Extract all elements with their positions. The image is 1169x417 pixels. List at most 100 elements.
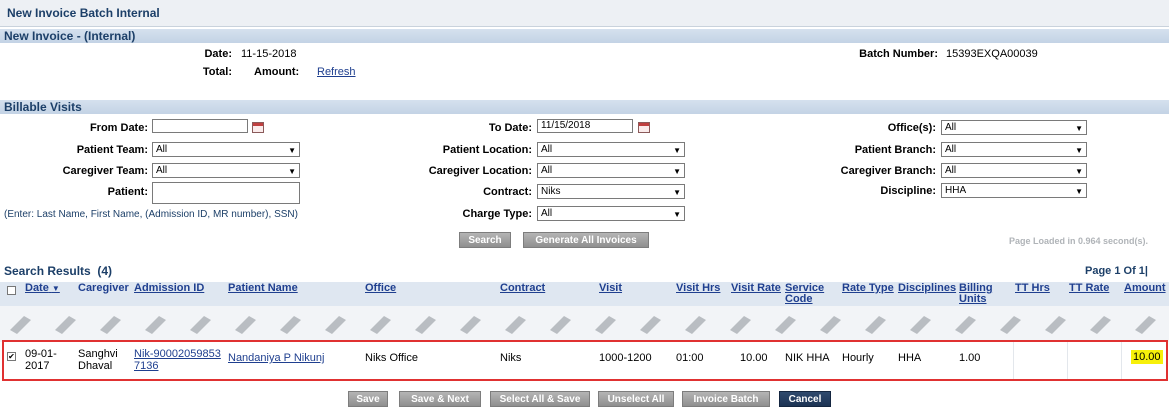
col-billing-units[interactable]: Billing Units [959, 283, 1001, 305]
offices-select[interactable]: All ▼ [941, 120, 1087, 135]
unselect-all-button[interactable]: Unselect All [598, 391, 674, 407]
search-button[interactable]: Search [459, 232, 511, 248]
col-visit-hrs[interactable]: Visit Hrs [676, 283, 720, 294]
col-admission-id[interactable]: Admission ID [134, 283, 204, 294]
save-button[interactable]: Save [348, 391, 388, 407]
batch-number-label: Batch Number: [859, 48, 938, 60]
col-amount[interactable]: Amount [1124, 283, 1166, 294]
contract-value: Niks [541, 186, 561, 197]
row-amount: 10.00 [1131, 350, 1163, 364]
contract-select[interactable]: Niks ▼ [537, 184, 685, 199]
pager: Page 1 Of 1| [1085, 265, 1148, 277]
save-next-button[interactable]: Save & Next [399, 391, 481, 407]
offices-label: Office(s): [887, 122, 936, 134]
col-tt-hrs[interactable]: TT Hrs [1015, 283, 1050, 294]
caregiver-location-select[interactable]: All ▼ [537, 163, 685, 178]
discipline-label: Discipline: [880, 185, 936, 197]
col-caregiver: Caregiver [78, 282, 129, 294]
total-label: Total: [202, 66, 232, 78]
from-date-label: From Date: [89, 122, 148, 134]
col-office[interactable]: Office [365, 283, 396, 294]
patient-location-select[interactable]: All ▼ [537, 142, 685, 157]
row-visit-rate: 10.00 [740, 352, 768, 364]
caregiver-location-value: All [541, 165, 553, 176]
row-admission-id[interactable]: Nik-900020598537136 [134, 348, 226, 372]
from-date-input[interactable] [152, 119, 248, 133]
col-service-code[interactable]: Service Code [785, 283, 833, 305]
col-contract[interactable]: Contract [500, 283, 545, 294]
chevron-down-icon: ▼ [1075, 124, 1083, 133]
chevron-down-icon: ▼ [673, 146, 681, 155]
select-all-checkbox[interactable] [7, 286, 16, 295]
redacted-rows [0, 306, 1169, 342]
caregiver-branch-value: All [945, 165, 957, 176]
column-separator [1013, 342, 1014, 379]
patient-input[interactable] [152, 182, 300, 204]
col-visit-rate[interactable]: Visit Rate [731, 283, 781, 294]
row-patient-name[interactable]: Nandaniya P Nikunj [228, 352, 324, 364]
patient-search-hint: (Enter: Last Name, First Name, (Admissio… [4, 209, 298, 220]
patient-team-select[interactable]: All ▼ [152, 142, 300, 157]
select-all-save-button[interactable]: Select All & Save [490, 391, 590, 407]
col-visit[interactable]: Visit [599, 283, 622, 294]
caregiver-branch-select[interactable]: All ▼ [941, 163, 1087, 178]
billable-visits-title: Billable Visits [4, 100, 82, 114]
to-date-label: To Date: [488, 122, 532, 134]
row-visit-hrs: 01:00 [676, 352, 704, 364]
redaction-marks [10, 316, 1156, 334]
col-rate-type[interactable]: Rate Type [842, 283, 894, 294]
patient-location-label: Patient Location: [442, 144, 532, 156]
chevron-down-icon: ▼ [673, 188, 681, 197]
chevron-down-icon: ▼ [673, 210, 681, 219]
caregiver-team-value: All [156, 165, 168, 176]
charge-type-label: Charge Type: [462, 208, 532, 220]
caregiver-location-label: Caregiver Location: [428, 165, 532, 177]
row-checkbox[interactable]: ✔ [7, 352, 16, 361]
invoice-batch-button[interactable]: Invoice Batch [682, 391, 770, 407]
patient-branch-label: Patient Branch: [854, 144, 936, 156]
row-service-code: NIK HHA [785, 352, 830, 364]
chevron-down-icon: ▼ [673, 167, 681, 176]
chevron-down-icon: ▼ [288, 146, 296, 155]
generate-all-invoices-button[interactable]: Generate All Invoices [523, 232, 649, 248]
batch-number: 15393EXQA00039 [946, 48, 1038, 60]
discipline-value: HHA [945, 185, 967, 196]
contract-label: Contract: [483, 186, 532, 198]
discipline-select[interactable]: HHA ▼ [941, 183, 1087, 198]
patient-branch-value: All [945, 144, 957, 155]
sort-down-icon: ▼ [51, 284, 60, 293]
page-title-bar: New Invoice Batch Internal [0, 0, 1169, 27]
cancel-button[interactable]: Cancel [779, 391, 831, 407]
patient-branch-select[interactable]: All ▼ [941, 142, 1087, 157]
caregiver-branch-label: Caregiver Branch: [840, 165, 936, 177]
col-patient-name[interactable]: Patient Name [228, 283, 298, 294]
col-tt-rate[interactable]: TT Rate [1069, 283, 1109, 294]
row-visit: 1000-1200 [599, 352, 652, 364]
column-separator [1121, 342, 1122, 379]
row-disciplines: HHA [898, 352, 922, 364]
patient-team-value: All [156, 144, 168, 155]
col-date[interactable]: Date ▼ [25, 283, 60, 294]
to-date-calendar-icon[interactable] [638, 122, 650, 133]
row-caregiver: Sanghvi Dhaval [78, 348, 118, 372]
refresh-link[interactable]: Refresh [317, 66, 356, 78]
chevron-down-icon: ▼ [1075, 146, 1083, 155]
col-disciplines[interactable]: Disciplines [898, 283, 956, 294]
charge-type-value: All [541, 208, 553, 219]
row-rate-type: Hourly [842, 352, 874, 364]
from-date-calendar-icon[interactable] [252, 122, 264, 133]
page-loaded-text: Page Loaded in 0.964 second(s). [1009, 236, 1149, 246]
row-date: 09-01-2017 [25, 348, 57, 372]
page-title: New Invoice Batch Internal [7, 6, 160, 20]
patient-location-value: All [541, 144, 553, 155]
invoice-date: 11-15-2018 [241, 48, 297, 60]
to-date-input[interactable]: 11/15/2018 [537, 119, 633, 133]
column-separator [1067, 342, 1068, 379]
col-date-label: Date [25, 282, 49, 294]
amount-label: Amount: [254, 66, 300, 78]
invoice-section-header: New Invoice - (Internal) [0, 29, 1169, 43]
invoice-section-title: New Invoice - (Internal) [4, 29, 136, 43]
caregiver-team-label: Caregiver Team: [62, 165, 148, 177]
charge-type-select[interactable]: All ▼ [537, 206, 685, 221]
caregiver-team-select[interactable]: All ▼ [152, 163, 300, 178]
